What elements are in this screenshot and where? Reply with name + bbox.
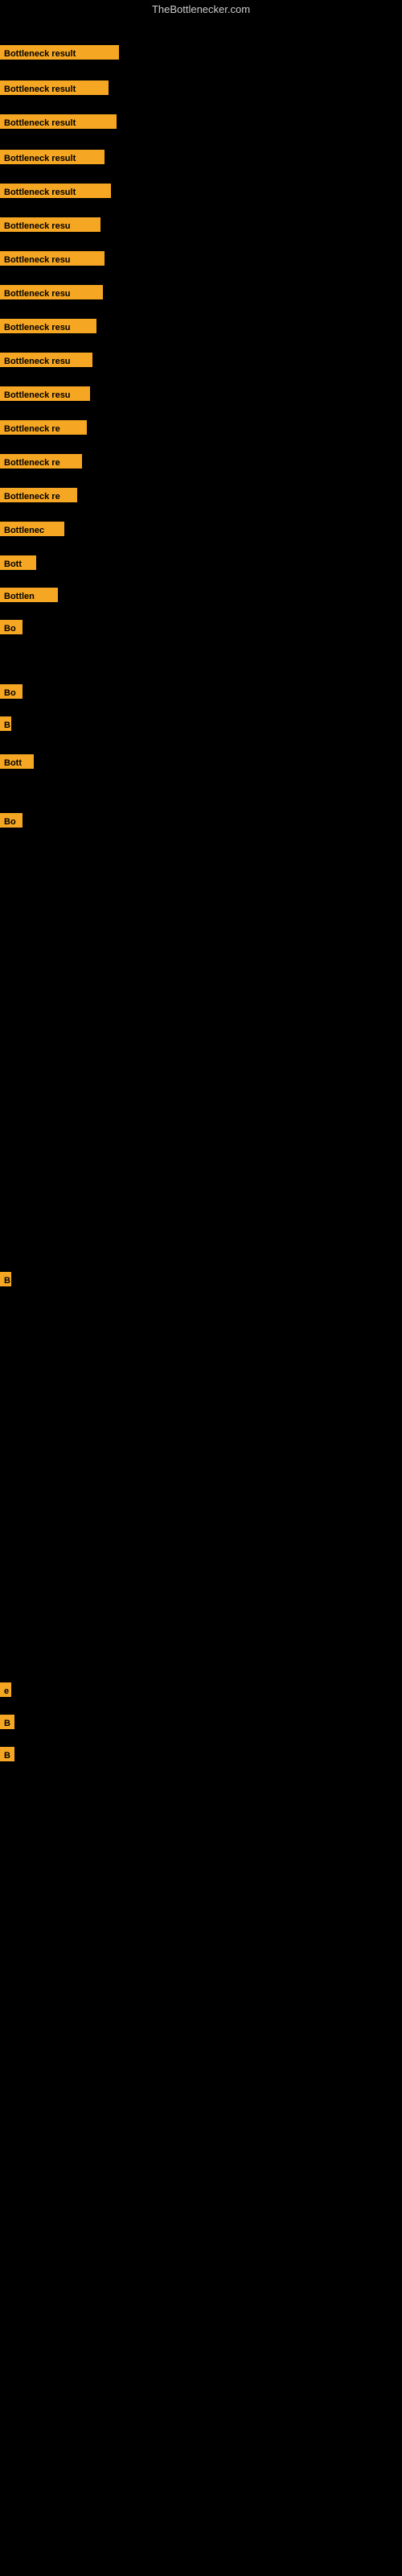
bottleneck-badge: B [0, 1715, 14, 1729]
bottleneck-badge: Bottleneck result [0, 80, 109, 95]
bottleneck-badge: B [0, 716, 11, 731]
bottleneck-badge: Bottleneck resu [0, 285, 103, 299]
bottleneck-badge: Bottleneck resu [0, 217, 100, 232]
bottleneck-badge: Bottleneck result [0, 184, 111, 198]
bottleneck-badge: Bottleneck resu [0, 319, 96, 333]
bottleneck-badge: Bottleneck re [0, 488, 77, 502]
bottleneck-badge: Bottleneck result [0, 45, 119, 60]
bottleneck-badge: Bottleneck resu [0, 386, 90, 401]
bottleneck-badge: Bo [0, 620, 23, 634]
bottleneck-badge: Bottleneck resu [0, 353, 92, 367]
bottleneck-badge: B [0, 1747, 14, 1761]
bottleneck-badge: Bottleneck result [0, 114, 117, 129]
bottleneck-badge: Bottlen [0, 588, 58, 602]
bottleneck-badge: Bo [0, 684, 23, 699]
site-title: TheBottlenecker.com [0, 0, 402, 19]
bottleneck-badge: e [0, 1682, 11, 1697]
bottleneck-badge: Bott [0, 555, 36, 570]
bottleneck-badge: Bo [0, 813, 23, 828]
bottleneck-badge: Bottleneck re [0, 420, 87, 435]
bottleneck-badge: Bott [0, 754, 34, 769]
bottleneck-badge: Bottleneck result [0, 150, 105, 164]
bottleneck-badge: Bottleneck re [0, 454, 82, 469]
bottleneck-badge: B [0, 1272, 11, 1286]
bottleneck-badge: Bottleneck resu [0, 251, 105, 266]
bottleneck-badge: Bottlenec [0, 522, 64, 536]
